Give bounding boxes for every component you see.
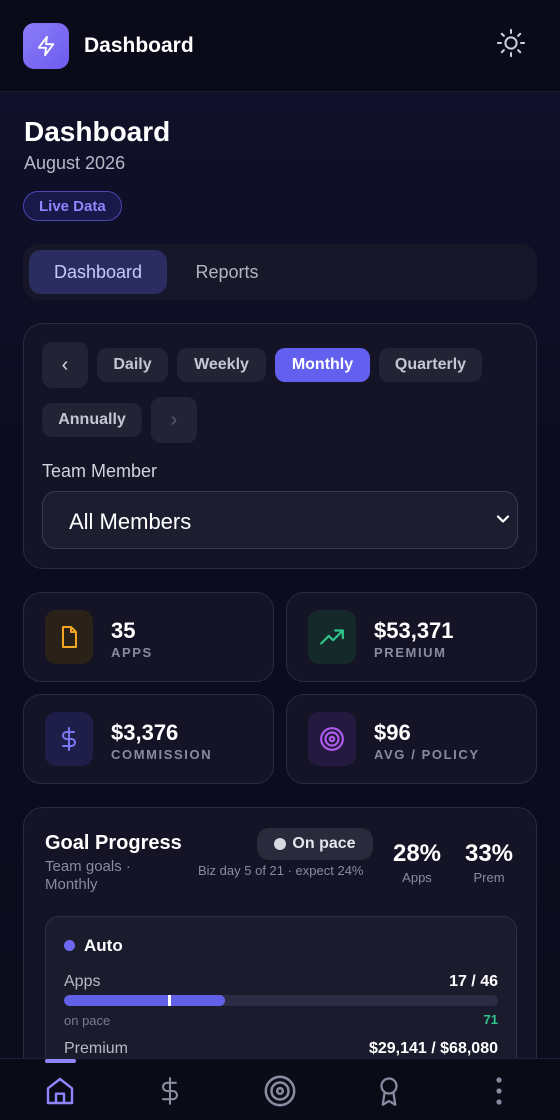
chevron-right-icon: › [170,408,178,431]
page-title: Dashboard [24,116,171,147]
stat-value: $3,376 [111,720,179,745]
apps-metric-value: 17 / 46 [449,973,498,990]
lightning-bolt-icon [37,35,55,57]
pace-text: on pace [64,1013,111,1028]
apps-progress-fill [64,995,225,1006]
stat-card-premium[interactable]: $53,371 PREMIUM [286,592,537,682]
live-data-badge: Live Data [23,191,122,221]
prem-percent-label: Prem [473,870,505,885]
pace-number: 71 [483,1012,498,1027]
expected-pace-marker [168,995,172,1006]
stat-icon-wrap [45,712,93,766]
period-prev-button[interactable]: ‹ [42,342,88,388]
nav-awards[interactable] [369,1071,409,1111]
dollar-icon [161,1077,179,1105]
view-tabs: Dashboard Reports [23,244,537,300]
period-next-button[interactable]: › [151,397,197,443]
apps-percent: 28% Apps [386,840,448,885]
top-bar: Dashboard [0,0,560,92]
stat-icon-wrap [45,610,93,664]
page-subtitle: August 2026 [24,153,126,173]
nav-more[interactable] [479,1071,519,1111]
apps-metric-label: Apps [64,973,101,990]
goal-subtitle: Team goals · Monthly [45,858,131,893]
nav-active-indicator [45,1059,76,1063]
period-daily[interactable]: Daily [97,348,168,382]
theme-toggle-button[interactable] [492,24,530,62]
goal-auto-card[interactable]: Auto Apps 17 / 46 on pace 71 Premium $29… [45,916,517,1058]
team-member-select[interactable]: All Members [42,491,518,549]
nav-home[interactable] [40,1071,80,1111]
tab-reports[interactable]: Reports [173,250,281,294]
period-annually[interactable]: Annually [42,403,142,437]
app-title: Dashboard [84,34,194,57]
nav-goals[interactable] [260,1071,300,1111]
filter-card: ‹ Daily Weekly Monthly Quarterly Annuall… [23,323,537,569]
stat-icon-wrap [308,712,356,766]
goal-title: Goal Progress [45,832,182,854]
period-monthly[interactable]: Monthly [275,348,370,382]
goal-progress-card: Goal Progress Team goals · Monthly On pa… [23,807,537,1058]
stat-card-commission[interactable]: $3,376 COMMISSION [23,694,274,784]
period-weekly[interactable]: Weekly [177,348,266,382]
chevron-down-icon [496,515,510,523]
pace-dot-icon [274,838,287,850]
stat-label: PREMIUM [374,645,447,660]
pace-badge-label: On pace [292,835,356,852]
dollar-icon [62,727,76,751]
pace-badge: On pace [257,828,373,860]
team-member-label: Team Member [42,461,158,481]
stat-label: APPS [111,645,153,660]
more-vertical-icon [496,1077,502,1105]
auto-title: Auto [84,936,123,955]
app-logo[interactable] [23,23,69,69]
premium-metric-value: $29,141 / $68,080 [368,1040,498,1057]
auto-dot-icon [64,940,75,951]
stat-value: $96 [374,720,411,745]
trending-up-icon [320,629,344,645]
stat-label: COMMISSION [111,747,213,762]
nav-commission[interactable] [150,1071,190,1111]
chevron-left-icon: ‹ [61,353,69,376]
period-quarterly[interactable]: Quarterly [379,348,482,382]
document-icon [62,626,77,648]
bizday-text: Biz day 5 of 21 · expect 24% [198,863,364,878]
bottom-nav [0,1058,560,1120]
award-icon [380,1077,398,1106]
target-icon [320,727,344,751]
stat-value: 35 [111,618,136,643]
premium-metric-label: Premium [64,1040,129,1057]
stat-icon-wrap [308,610,356,664]
stat-card-apps[interactable]: 35 APPS [23,592,274,682]
target-icon [264,1075,296,1107]
prem-percent: 33% Prem [457,840,521,885]
apps-percent-label: Apps [402,870,432,885]
stat-label: AVG / POLICY [374,747,480,762]
apps-progress-bar [64,995,498,1006]
tab-dashboard[interactable]: Dashboard [29,250,167,294]
main-content[interactable]: Dashboard August 2026 Live Data Dashboar… [0,92,560,1058]
home-icon [46,1077,74,1105]
stat-card-avg-policy[interactable]: $96 AVG / POLICY [286,694,537,784]
team-member-value: All Members [69,509,192,534]
stat-value: $53,371 [374,618,454,643]
sun-icon [496,28,526,58]
apps-percent-value: 28% [392,840,442,867]
prem-percent-value: 33% [464,840,514,867]
